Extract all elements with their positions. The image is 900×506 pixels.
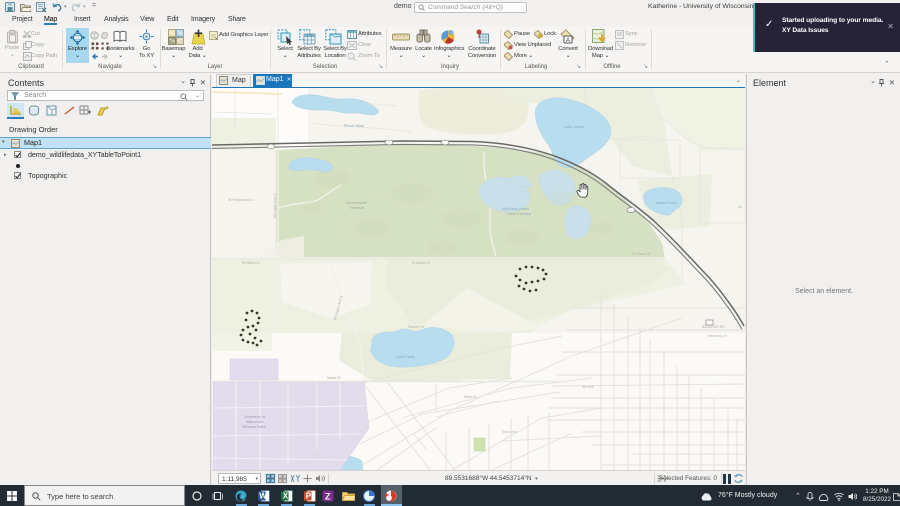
svg-text:Michigan Ave N: Michigan Ave N — [273, 193, 277, 218]
svg-text:University of: University of — [244, 415, 266, 419]
svg-text:P: P — [306, 492, 312, 501]
svg-text:Main St: Main St — [464, 395, 476, 399]
svg-text:4th Ave: 4th Ave — [582, 385, 594, 389]
svg-text:Maria Dr: Maria Dr — [327, 376, 342, 380]
svg-text:Stanley St: Stanley St — [408, 325, 424, 329]
svg-text:W Maria Dr: W Maria Dr — [412, 261, 431, 265]
svg-text:Schmeeckle: Schmeeckle — [346, 201, 367, 205]
svg-text:Kennedy Ct: Kennedy Ct — [708, 334, 727, 338]
svg-text:Creek Corridor: Creek Corridor — [506, 212, 532, 216]
svg-text:Lake Emily: Lake Emily — [396, 355, 415, 359]
svg-text:Jo: Jo — [738, 205, 742, 209]
svg-text:Sims Ave: Sims Ave — [502, 430, 517, 434]
svg-text:A: A — [566, 38, 570, 44]
svg-text:Stevens Point: Stevens Point — [242, 425, 266, 429]
svg-text:W Rosewood Ln: W Rosewood Ln — [228, 198, 254, 202]
svg-text:Z: Z — [325, 492, 331, 502]
svg-text:Reserve: Reserve — [350, 206, 364, 210]
svg-text:BALUKER RD: BALUKER RD — [702, 325, 725, 329]
svg-text:X: X — [283, 492, 289, 501]
svg-text:Jordan Pond: Jordan Pond — [655, 201, 677, 205]
svg-text:Lake Joanis: Lake Joanis — [564, 125, 584, 129]
svg-text:W Maria Dr: W Maria Dr — [242, 261, 261, 265]
svg-text:Plover River: Plover River — [344, 124, 365, 128]
svg-text:McKinley Marsh: McKinley Marsh — [502, 207, 529, 211]
svg-text:W: W — [259, 492, 267, 501]
svg-text:W Maria Dr: W Maria Dr — [632, 252, 651, 256]
svg-text:Wisconsin-: Wisconsin- — [246, 420, 265, 424]
